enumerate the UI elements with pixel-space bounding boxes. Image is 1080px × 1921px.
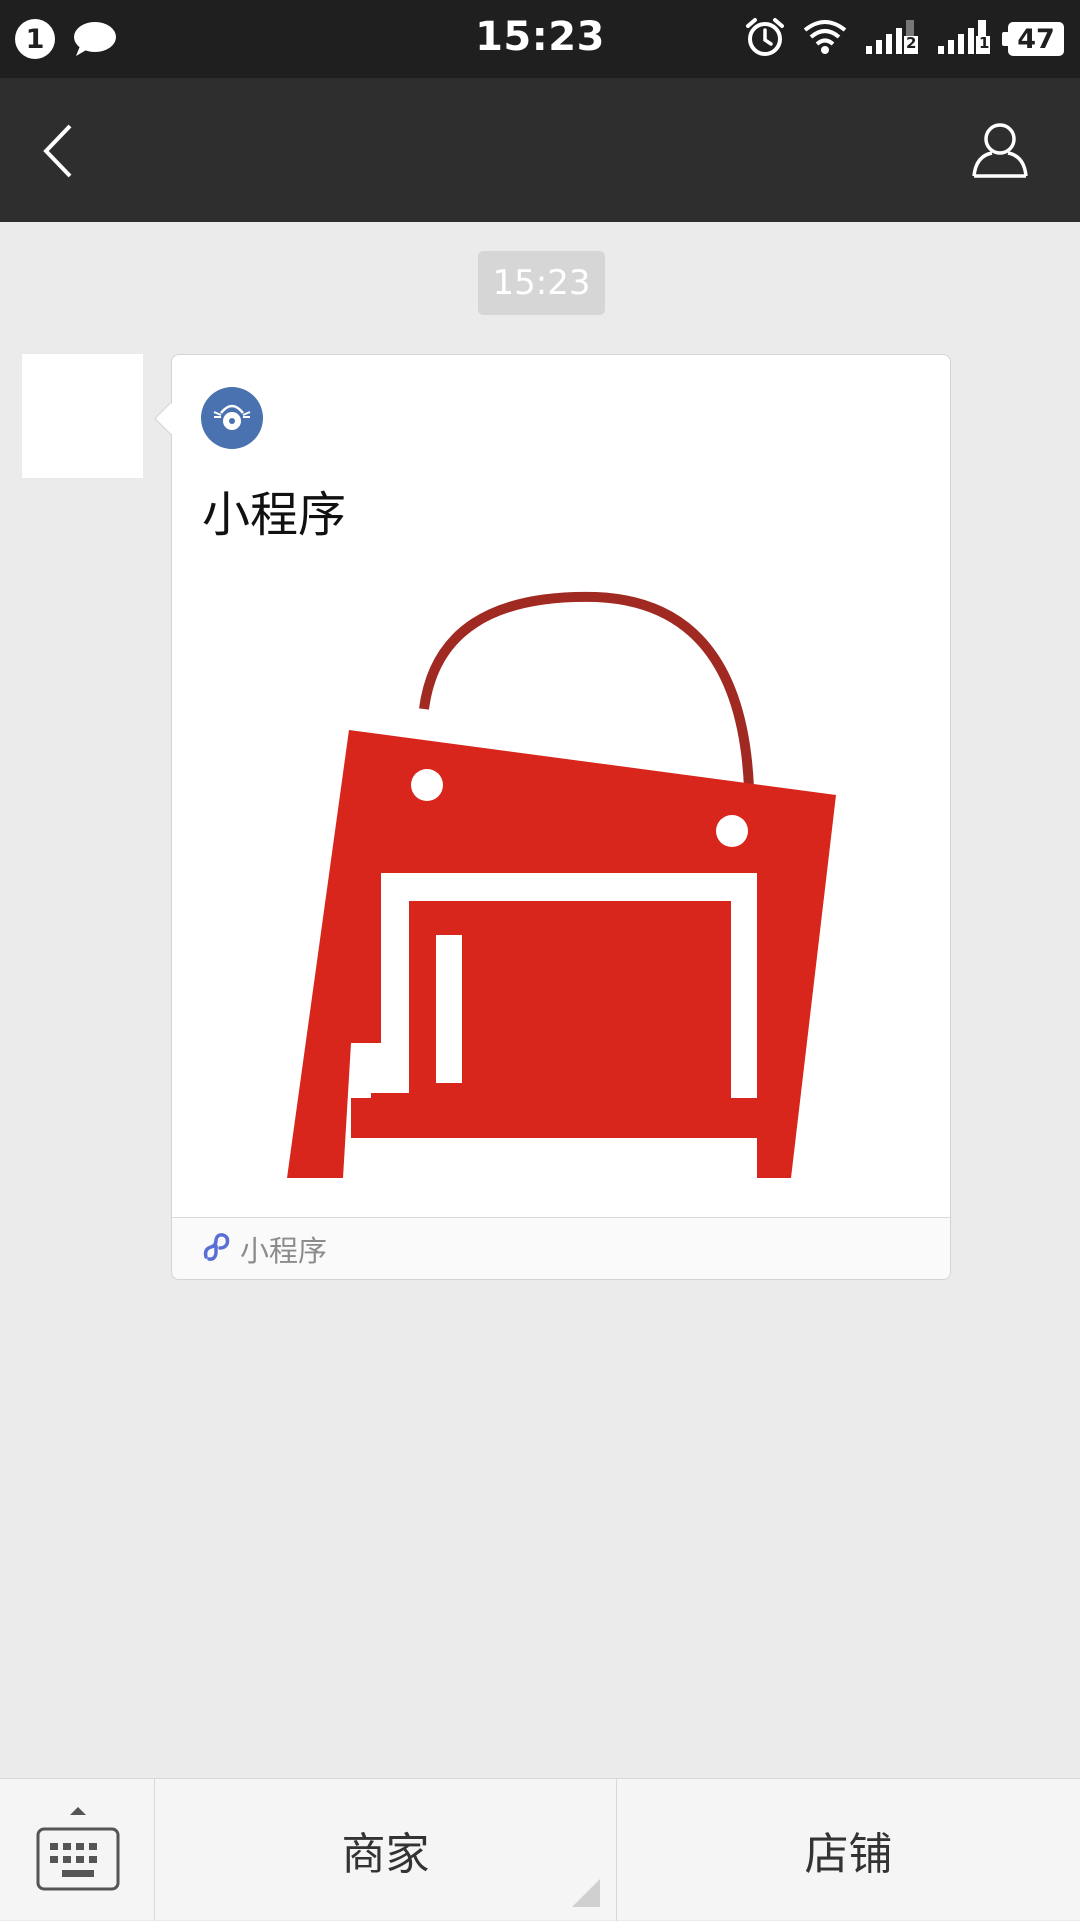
- mini-program-icon: [200, 1231, 232, 1267]
- message-timestamp: 15:23: [478, 251, 605, 315]
- signal-icon: 2: [864, 18, 920, 60]
- menu-item-store[interactable]: 店铺: [617, 1779, 1080, 1921]
- bottom-menu-bar: 商家 店铺: [0, 1778, 1080, 1921]
- menu-item-label: 店铺: [804, 1829, 893, 1880]
- chevron-left-icon: [43, 124, 72, 178]
- menu-item-merchant[interactable]: 商家: [155, 1779, 617, 1921]
- nav-bar: [0, 78, 1080, 222]
- wifi-icon: [802, 18, 848, 60]
- sim1-label: 2: [906, 34, 917, 52]
- sim2-label: 1: [979, 34, 990, 52]
- alarm-icon: [744, 16, 786, 62]
- battery-icon: 47: [1002, 22, 1064, 56]
- profile-button[interactable]: [970, 120, 1030, 184]
- card-title: 小程序: [202, 487, 347, 543]
- status-bar: 1 15:23 2 1 47: [0, 0, 1080, 78]
- mini-program-card[interactable]: 小程序 小程序: [154, 354, 951, 1280]
- keyboard-icon: [36, 1807, 120, 1891]
- shopping-bag-logo-image: [201, 573, 923, 1178]
- back-button[interactable]: [40, 122, 76, 184]
- signal-icon: 1: [936, 18, 992, 60]
- card-footer-label: 小程序: [240, 1233, 328, 1268]
- submenu-indicator-icon: [572, 1879, 600, 1907]
- person-icon: [972, 123, 1028, 178]
- avatar[interactable]: [22, 354, 143, 478]
- keyboard-toggle-button[interactable]: [0, 1779, 155, 1921]
- menu-item-label: 商家: [341, 1829, 430, 1880]
- bubble-pointer: [154, 402, 187, 435]
- card-footer: 小程序: [172, 1217, 950, 1279]
- app-logo: [201, 387, 263, 449]
